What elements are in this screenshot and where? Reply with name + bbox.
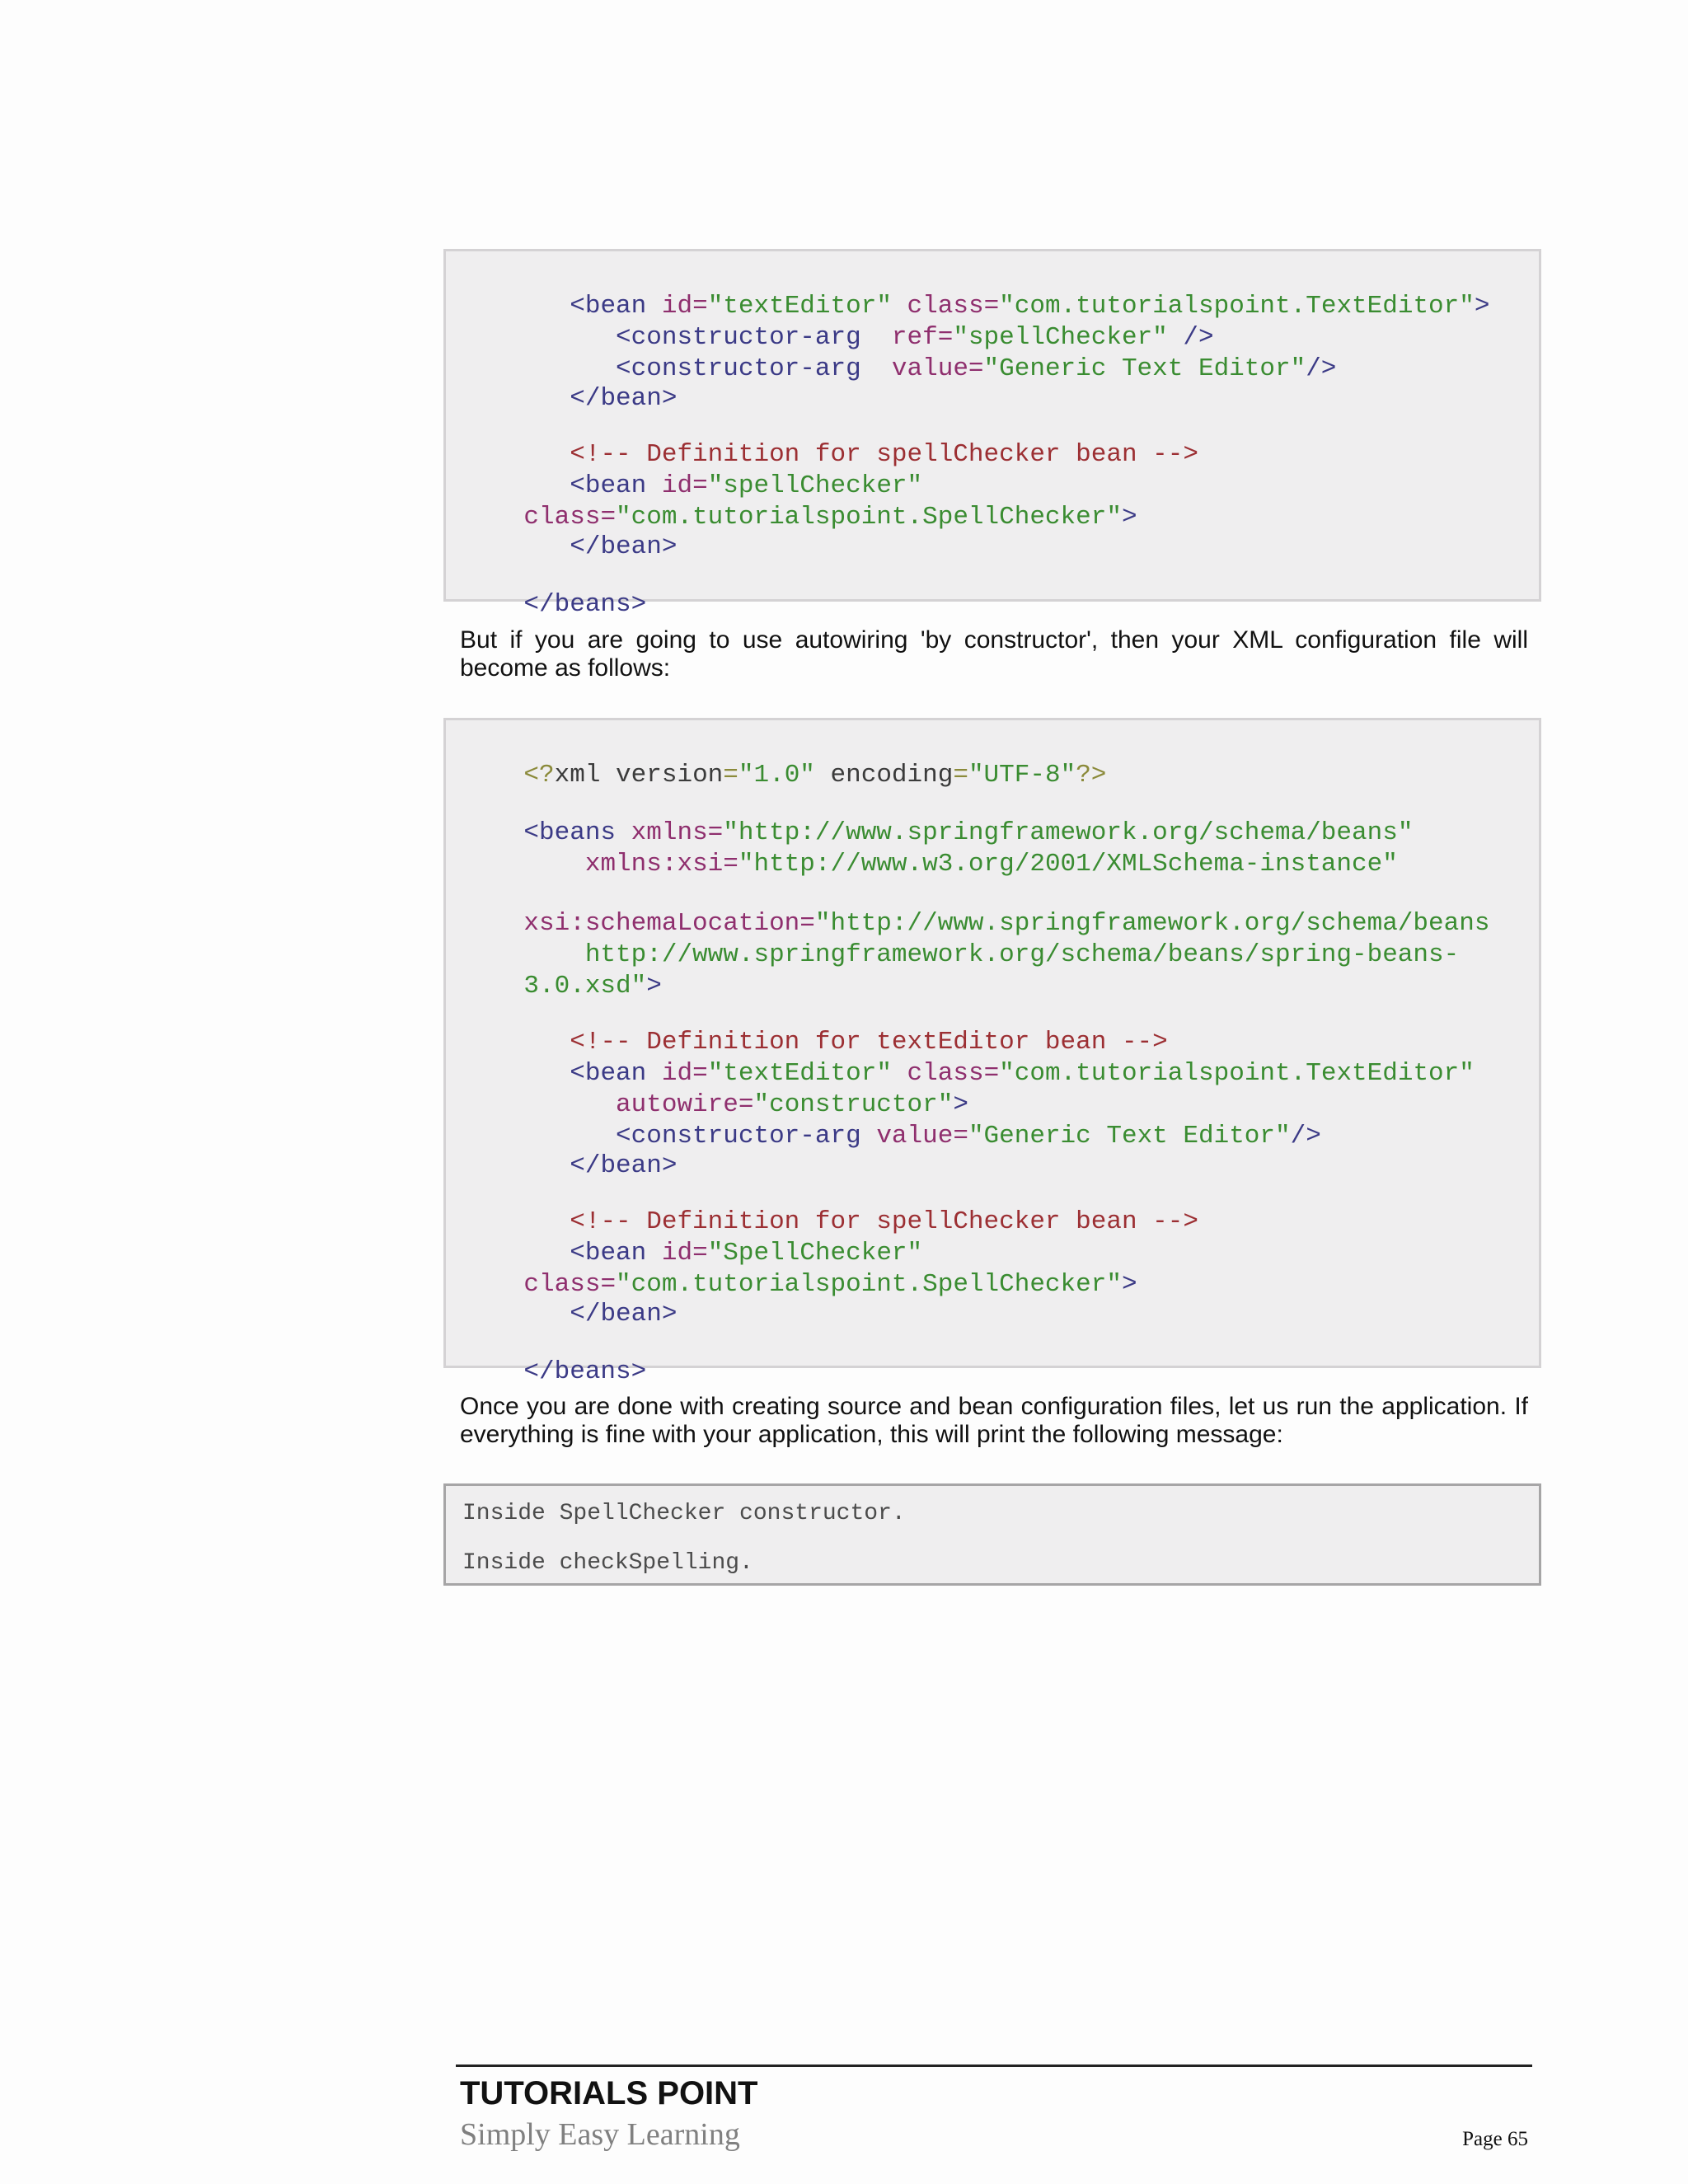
- code-block-2: <?xml version="1.0" encoding="UTF-8"?> <…: [443, 718, 1541, 1385]
- page-number: Page 65: [1462, 2128, 1528, 2150]
- code-block-1: <bean id="textEditor" class="com.tutoria…: [443, 249, 1541, 617]
- output-block: Inside SpellChecker constructor. Inside …: [443, 1483, 1541, 1586]
- footer-divider: [456, 2064, 1532, 2067]
- body-paragraph: But if you are going to use autowiring '…: [460, 626, 1528, 682]
- output-line: Inside SpellChecker constructor.: [462, 1501, 906, 1526]
- footer-tagline: Simply Easy Learning: [460, 2117, 740, 2152]
- body-paragraph: Once you are done with creating source a…: [460, 1393, 1528, 1448]
- footer-brand: TUTORIALS POINT: [460, 2075, 758, 2111]
- output-line: Inside checkSpelling.: [462, 1550, 753, 1576]
